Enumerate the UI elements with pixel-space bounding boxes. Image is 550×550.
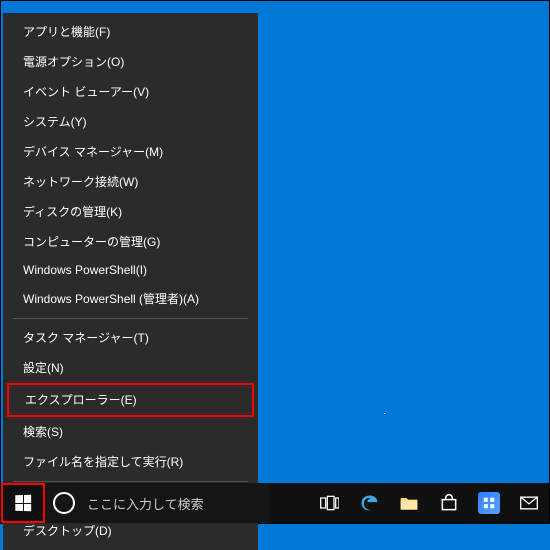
menu-item-power-options[interactable]: 電源オプション(O) — [3, 47, 258, 77]
menu-separator — [13, 318, 248, 319]
taskbar: ここに入力して検索 — [1, 483, 549, 523]
store-button[interactable] — [429, 483, 469, 523]
cortana-circle-icon — [53, 492, 75, 514]
mail-button[interactable] — [509, 483, 549, 523]
menu-item-run[interactable]: ファイル名を指定して実行(R) — [3, 447, 258, 477]
menu-separator — [13, 481, 248, 482]
menu-item-settings[interactable]: 設定(N) — [3, 353, 258, 383]
menu-item-system[interactable]: システム(Y) — [3, 107, 258, 137]
menu-item-device-manager[interactable]: デバイス マネージャー(M) — [3, 137, 258, 167]
cursor-dot — [384, 413, 385, 414]
menu-item-event-viewer[interactable]: イベント ビューアー(V) — [3, 77, 258, 107]
task-view-button[interactable] — [309, 483, 349, 523]
menu-item-computer-mgmt[interactable]: コンピューターの管理(G) — [3, 227, 258, 257]
explorer-button[interactable] — [389, 483, 429, 523]
folder-icon — [399, 493, 419, 513]
menu-item-network[interactable]: ネットワーク接続(W) — [3, 167, 258, 197]
menu-item-search[interactable]: 検索(S) — [3, 417, 258, 447]
menu-item-powershell[interactable]: Windows PowerShell(I) — [3, 257, 258, 284]
winx-context-menu: アプリと機能(F) 電源オプション(O) イベント ビューアー(V) システム(… — [3, 13, 258, 550]
taskbar-pinned-apps — [309, 483, 549, 523]
app-tile-icon — [478, 492, 500, 514]
start-button[interactable] — [1, 483, 45, 523]
taskbar-search[interactable]: ここに入力して検索 — [45, 483, 270, 523]
highlight-explorer: エクスプローラー(E) — [7, 383, 254, 417]
task-view-icon — [319, 493, 339, 513]
menu-item-disk-mgmt[interactable]: ディスクの管理(K) — [3, 197, 258, 227]
app-tile-button[interactable] — [469, 483, 509, 523]
search-placeholder: ここに入力して検索 — [87, 494, 264, 513]
menu-item-explorer[interactable]: エクスプローラー(E) — [9, 385, 252, 415]
mail-icon — [519, 493, 539, 513]
store-icon — [439, 493, 459, 513]
menu-item-apps-features[interactable]: アプリと機能(F) — [3, 17, 258, 47]
menu-item-powershell-admin[interactable]: Windows PowerShell (管理者)(A) — [3, 284, 258, 314]
edge-icon — [359, 493, 379, 513]
menu-item-task-manager[interactable]: タスク マネージャー(T) — [3, 323, 258, 353]
edge-button[interactable] — [349, 483, 389, 523]
windows-logo-icon — [15, 495, 31, 511]
